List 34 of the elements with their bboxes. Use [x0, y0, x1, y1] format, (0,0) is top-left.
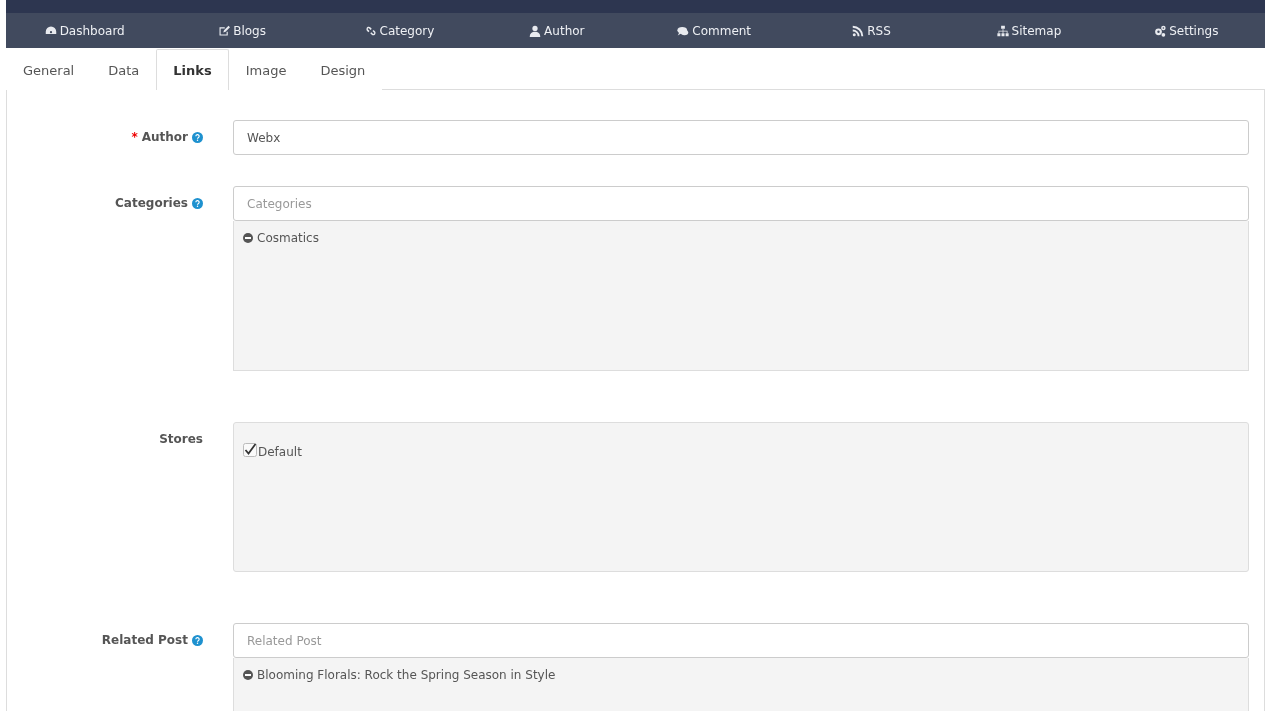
remove-icon[interactable]: [243, 233, 253, 243]
help-icon[interactable]: [192, 198, 203, 209]
edit-icon: [218, 24, 231, 37]
required-mark: *: [131, 130, 138, 144]
checkbox[interactable]: [243, 443, 257, 457]
nav-link[interactable]: Category: [320, 13, 479, 48]
nav-link[interactable]: Settings: [1107, 13, 1265, 48]
user-icon: [529, 24, 542, 37]
nav-link[interactable]: Sitemap: [950, 13, 1108, 48]
sitemap-icon: [996, 24, 1009, 37]
remove-icon[interactable]: [243, 670, 253, 680]
selected-item: Blooming Florals: Rock the Spring Season in Style: [257, 668, 556, 682]
nav-link[interactable]: Comment: [635, 13, 793, 48]
nav-link[interactable]: RSS: [792, 13, 951, 48]
rss-icon: [852, 24, 865, 37]
field-label: Related Post: [101, 633, 188, 647]
dashboard-icon: [44, 24, 57, 37]
field-label: Author: [141, 130, 188, 144]
field-label: Categories: [115, 196, 188, 210]
field-label: Stores: [159, 432, 203, 446]
tab[interactable]: Links: [156, 49, 229, 90]
comments-icon: [677, 24, 690, 37]
link-icon: [364, 24, 377, 37]
nav-link[interactable]: Dashboard: [6, 13, 164, 48]
gears-icon: [1154, 24, 1167, 37]
autocomplete-input[interactable]: Categories: [233, 186, 1249, 221]
nav-link[interactable]: Author: [478, 13, 636, 48]
help-icon[interactable]: [192, 635, 203, 646]
nav-link[interactable]: Blogs: [163, 13, 321, 48]
autocomplete-input[interactable]: Related Post: [233, 623, 1249, 658]
author-input[interactable]: Webx: [233, 120, 1249, 155]
store-label: Default: [258, 445, 302, 459]
help-icon[interactable]: [192, 132, 203, 143]
selected-item: Cosmatics: [257, 231, 319, 245]
